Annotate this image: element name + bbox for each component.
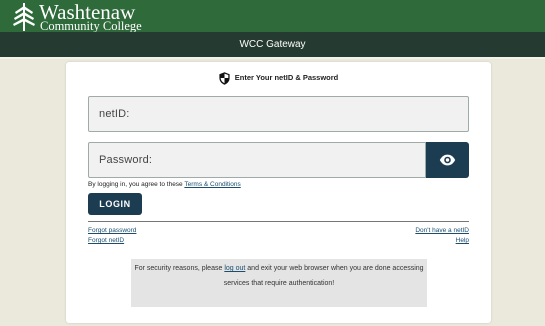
eye-icon (439, 154, 456, 166)
security-notice: For security reasons, please log out and… (131, 259, 427, 307)
show-password-button[interactable] (426, 142, 469, 178)
netid-placeholder: netID: (99, 108, 130, 120)
security-notice-prefix: For security reasons, please (134, 265, 225, 272)
no-netid-link[interactable]: Don't have a netID (415, 227, 469, 234)
terms-agreement: By logging in, you agree to these Terms … (88, 181, 241, 188)
password-input[interactable]: Password: (88, 142, 426, 178)
login-heading-text: Enter Your netID & Password (234, 73, 339, 82)
shield-icon (219, 71, 230, 85)
college-logo[interactable]: Washtenaw Community College (11, 2, 156, 33)
forgot-password-link[interactable]: Forgot password (88, 227, 136, 234)
forgot-netid-link[interactable]: Forgot netID (88, 237, 124, 244)
header-divider (0, 57, 545, 59)
login-button[interactable]: LOGIN (88, 193, 142, 215)
login-heading: Enter Your netID & Password (66, 71, 491, 85)
site-header: Washtenaw Community College (0, 0, 545, 32)
password-placeholder: Password: (99, 154, 153, 166)
logo-subtitle: Community College (40, 19, 142, 33)
logout-link[interactable]: log out (224, 265, 245, 272)
divider (88, 221, 469, 222)
login-card: Enter Your netID & Password netID: Passw… (66, 62, 491, 323)
terms-agreement-text: By logging in, you agree to these (88, 181, 185, 188)
terms-link[interactable]: Terms & Conditions (184, 181, 240, 188)
help-link[interactable]: Help (456, 237, 469, 244)
leaf-logo-icon (13, 3, 35, 31)
security-notice-suffix: and exit your web browser when you are d… (223, 265, 424, 287)
page-title: WCC Gateway (0, 32, 545, 57)
netid-input[interactable]: netID: (88, 96, 469, 132)
